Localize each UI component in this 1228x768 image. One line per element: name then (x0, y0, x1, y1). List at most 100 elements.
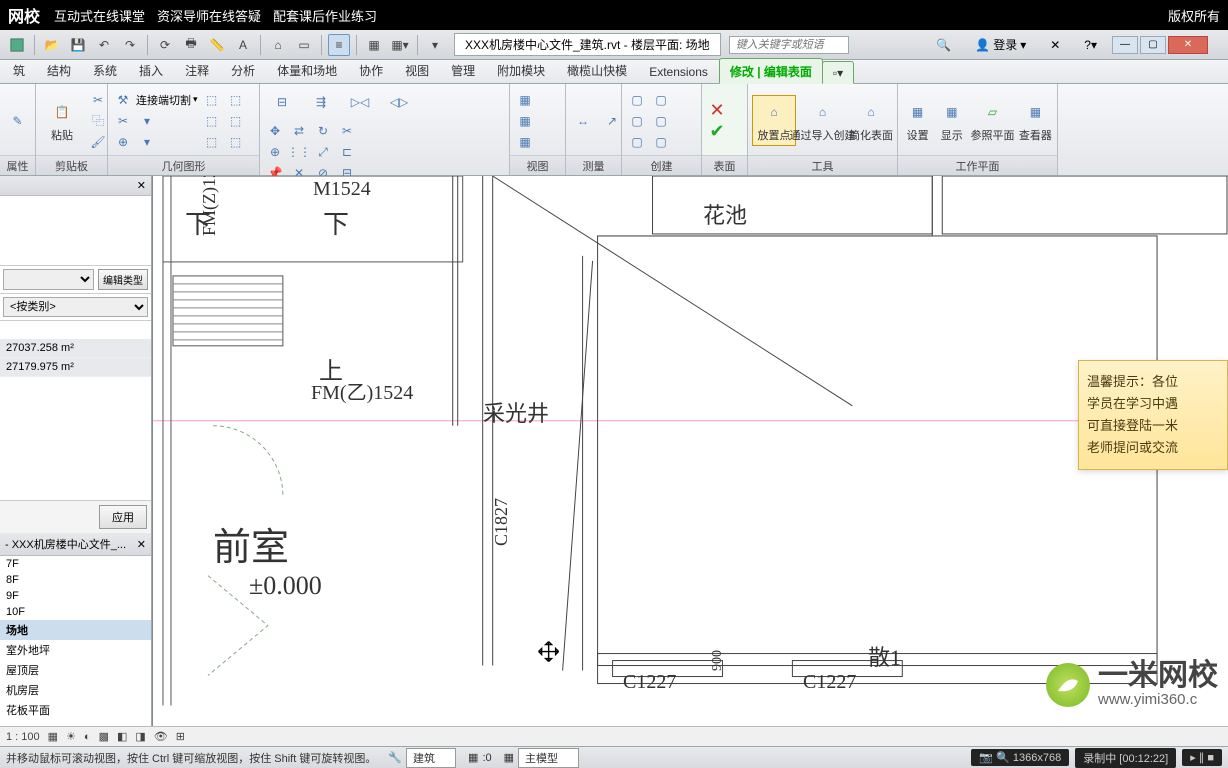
paste-button[interactable]: 📋粘贴 (40, 96, 84, 145)
workset-combo[interactable]: 建筑 (406, 748, 456, 768)
open-icon[interactable]: 📂 (41, 34, 63, 56)
tab-context-icon[interactable]: ▫▾ (822, 61, 854, 84)
scale-icon[interactable]: ⤢ (312, 142, 334, 162)
visual-style-icon[interactable]: ☀ (66, 730, 76, 743)
properties-header[interactable]: ✕ (0, 176, 151, 196)
cut-geom2-icon[interactable]: ▾ (136, 111, 158, 131)
tab-massing[interactable]: 体量和场地 (266, 57, 348, 83)
cut-icon[interactable]: ✂ (87, 90, 109, 110)
section-icon[interactable]: ▭ (293, 34, 315, 56)
edit-type-button[interactable]: 编辑类型 (98, 269, 148, 290)
copy-move-icon[interactable]: ⇄ (288, 121, 310, 141)
tree-9f[interactable]: 9F (0, 588, 151, 604)
tab-structure[interactable]: 结构 (36, 57, 82, 83)
tab-system[interactable]: 系统 (82, 57, 128, 83)
demo-icon[interactable]: ⬚ (201, 111, 223, 131)
create1-icon[interactable]: ▢ (626, 90, 648, 110)
infocenter-icon[interactable]: 🔍 (927, 34, 960, 56)
3d-icon[interactable]: ⌂ (267, 34, 289, 56)
crop-show-icon[interactable]: ◨ (135, 730, 145, 743)
app-menu-icon[interactable] (6, 34, 28, 56)
filter-selector[interactable]: <按类别> (3, 297, 148, 317)
minimize-button[interactable]: — (1112, 36, 1138, 54)
drawing-canvas[interactable]: M1524 下 FM(Z)122 下 上 FM(乙)1524 采光井 前室 ±0… (152, 176, 1228, 726)
tab-insert[interactable]: 插入 (128, 57, 174, 83)
editable-only-icon[interactable]: :0 (482, 752, 491, 764)
tab-extensions[interactable]: Extensions (638, 60, 719, 83)
tree-outdoor[interactable]: 室外地坪 (0, 640, 151, 660)
join-cut-button[interactable]: ⚒连接端切割▾ (112, 90, 198, 110)
tree-7f[interactable]: 7F (0, 556, 151, 572)
redo-icon[interactable]: ↷ (119, 34, 141, 56)
sun-path-icon[interactable]: ◐ (84, 731, 91, 743)
tree-roof[interactable]: 屋顶层 (0, 660, 151, 680)
switch-win-icon[interactable]: ▦▾ (389, 34, 411, 56)
move-icon[interactable]: ✥ (264, 121, 286, 141)
align-button[interactable]: ⊟ (264, 86, 300, 118)
ref-plane-button[interactable]: ▱参照平面 (970, 96, 1014, 145)
offset-button[interactable]: ⇶ (303, 86, 339, 118)
tree-site[interactable]: 场地 (0, 620, 151, 640)
close-button[interactable]: ✕ (1168, 36, 1208, 54)
measure-button[interactable]: ↔ (570, 105, 596, 137)
detail-level-icon[interactable]: ▦ (48, 730, 58, 743)
shadows-icon[interactable]: ▩ (99, 730, 109, 743)
create2-icon[interactable]: ▢ (650, 90, 672, 110)
text-icon[interactable]: A (232, 34, 254, 56)
tab-collab[interactable]: 协作 (348, 57, 394, 83)
login-button[interactable]: 👤登录▾ (966, 32, 1035, 57)
move2-icon[interactable]: ⊕ (264, 142, 286, 162)
properties-close-icon[interactable]: ✕ (137, 179, 146, 192)
workset-icon[interactable]: 🔧 (388, 751, 402, 764)
crop-icon[interactable]: ◧ (117, 730, 127, 743)
array-icon[interactable]: ⋮⋮ (288, 142, 310, 162)
tab-modify-surface[interactable]: 修改 | 编辑表面 (719, 58, 823, 84)
import-create-button[interactable]: ⌂通过导入创建 (799, 96, 846, 145)
trim2-icon[interactable]: ⊏ (336, 142, 358, 162)
mirror-axis-button[interactable]: ▷◁ (342, 86, 378, 118)
measure-icon[interactable]: 📏 (206, 34, 228, 56)
split-icon[interactable]: ⬚ (201, 132, 223, 152)
tab-view[interactable]: 视图 (394, 57, 440, 83)
reveal-icon[interactable]: ⊞ (176, 730, 185, 743)
tab-analyze[interactable]: 分析 (220, 57, 266, 83)
customize-icon[interactable]: ▾ (424, 34, 446, 56)
tree-machine[interactable]: 机房层 (0, 680, 151, 700)
cope-icon[interactable]: ⬚ (201, 90, 223, 110)
tree-8f[interactable]: 8F (0, 572, 151, 588)
model-icon[interactable]: ▦ (504, 751, 514, 764)
cancel-surface-icon[interactable]: ✕ (706, 100, 728, 120)
copy-icon[interactable]: ⿻ (87, 111, 109, 131)
rec-controls[interactable]: ▸ ∥ ■ (1182, 749, 1222, 766)
type-selector[interactable] (3, 269, 94, 290)
close-hidden-icon[interactable]: ▦ (363, 34, 385, 56)
undo-icon[interactable]: ↶ (93, 34, 115, 56)
view-scale[interactable]: 1 : 100 (6, 731, 40, 743)
rotate-icon[interactable]: ↻ (312, 121, 334, 141)
set-plane-button[interactable]: ▦设置 (902, 96, 933, 145)
modify-button[interactable]: ✎ (4, 105, 31, 137)
mirror-draw-button[interactable]: ◁▷ (381, 86, 417, 118)
create5-icon[interactable]: ▢ (626, 132, 648, 152)
tab-manage[interactable]: 管理 (440, 57, 486, 83)
simplify-button[interactable]: ⌂简化表面 (849, 96, 893, 145)
design-options-icon[interactable]: ▦ (468, 751, 478, 764)
thin-lines-icon[interactable]: ≡ (328, 34, 350, 56)
show-plane-button[interactable]: ▦显示 (936, 96, 967, 145)
browser-close-icon[interactable]: ✕ (137, 538, 146, 551)
finish-surface-icon[interactable]: ✔ (706, 121, 728, 141)
split2-icon[interactable]: ⬚ (225, 132, 247, 152)
join-geom2-icon[interactable]: ▾ (136, 132, 158, 152)
demo2-icon[interactable]: ⬚ (225, 111, 247, 131)
sync-icon[interactable]: ⟳ (154, 34, 176, 56)
join-geom-icon[interactable]: ⊕ (112, 132, 134, 152)
tree-ceiling[interactable]: 花板平面 (0, 700, 151, 720)
tree-10f[interactable]: 10F (0, 604, 151, 620)
create4-icon[interactable]: ▢ (650, 111, 672, 131)
match-icon[interactable]: 🖌 (87, 132, 109, 152)
print-icon[interactable]: 🖶 (180, 34, 202, 56)
view-sec-icon[interactable]: ▦ (514, 132, 536, 152)
project-browser[interactable]: 7F 8F 9F 10F 场地 室外地坪 屋顶层 机房层 花板平面 (0, 556, 151, 726)
viewer-button[interactable]: ▦查看器 (1018, 96, 1053, 145)
apply-button[interactable]: 应用 (99, 505, 147, 529)
